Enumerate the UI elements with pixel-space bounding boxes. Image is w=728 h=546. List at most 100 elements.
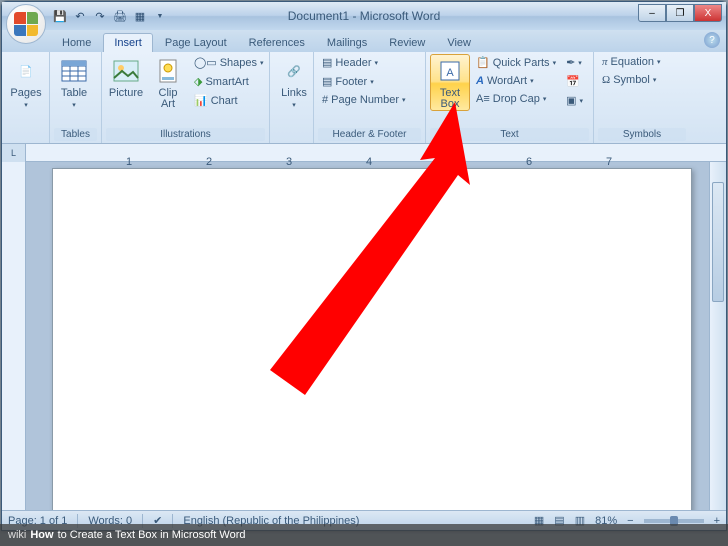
group-symbols: πEquation ▾ ΩSymbol ▾ Symbols [594, 52, 690, 143]
shapes-icon: ◯▭ [194, 56, 217, 69]
text-stack2: ✒▾ 📅 ▣▾ [562, 54, 587, 109]
group-illustrations: Picture Clip Art ◯▭Shapes ▾ ⬗SmartArt 📊C… [102, 52, 270, 143]
quick-access-toolbar: 💾 ↶ ↷ 🖨 ▦ ▼ [52, 8, 168, 24]
qat-dropdown-icon[interactable]: ▼ [152, 8, 168, 24]
chart-label: Chart [211, 95, 238, 107]
scroll-thumb[interactable] [712, 182, 724, 302]
chart-button[interactable]: 📊Chart [190, 92, 268, 109]
undo-icon[interactable]: ↶ [72, 8, 88, 24]
textbox-button[interactable]: A Text Box [430, 54, 470, 111]
group-text-label: Text [430, 128, 589, 141]
datetime-icon: 📅 [566, 75, 580, 88]
tab-page-layout[interactable]: Page Layout [155, 34, 237, 52]
tab-view[interactable]: View [437, 34, 481, 52]
links-button[interactable]: 🔗 Links▾ [274, 54, 314, 111]
save-icon[interactable]: 💾 [52, 8, 68, 24]
new-icon[interactable]: ▦ [132, 8, 148, 24]
office-logo-icon [14, 12, 38, 36]
object-button[interactable]: ▣▾ [562, 92, 587, 109]
pages-button[interactable]: 📄 Pages▾ [6, 54, 46, 111]
quickparts-label: Quick Parts [493, 57, 550, 69]
symbol-label: Symbol [613, 74, 650, 86]
tab-insert[interactable]: Insert [103, 33, 153, 52]
datetime-button[interactable]: 📅 [562, 73, 587, 90]
textbox-icon: A [436, 57, 464, 85]
ruler-corner[interactable]: L [2, 144, 26, 162]
workspace [2, 162, 726, 510]
document-page[interactable] [52, 168, 692, 510]
quickparts-icon: 📋 [476, 56, 490, 69]
header-label: Header [335, 57, 371, 69]
maximize-button[interactable]: ❐ [666, 4, 694, 22]
symbol-button[interactable]: ΩSymbol ▾ [598, 72, 686, 88]
pages-icon: 📄 [12, 57, 40, 85]
symbol-icon: Ω [602, 74, 610, 86]
ribbon: 📄 Pages▾ Pages Table▾ Tables Picture [2, 52, 726, 144]
group-hf-label: Header & Footer [318, 128, 421, 141]
signature-icon: ✒ [566, 56, 575, 69]
help-button[interactable]: ? [704, 32, 720, 48]
text-stack1: 📋Quick Parts ▾ AWordArt ▾ A≡Drop Cap ▾ [472, 54, 560, 107]
pages-label: Pages [10, 87, 41, 99]
clipart-icon [154, 57, 182, 85]
chart-icon: 📊 [194, 94, 208, 107]
group-tables: Table▾ Tables [50, 52, 102, 143]
group-illustrations-label: Illustrations [106, 128, 265, 141]
picture-icon [112, 57, 140, 85]
table-button[interactable]: Table▾ [54, 54, 94, 111]
clipart-label: Clip Art [159, 88, 178, 110]
quickparts-button[interactable]: 📋Quick Parts ▾ [472, 54, 560, 71]
pagenumber-icon: # [322, 94, 328, 106]
signature-button[interactable]: ✒▾ [562, 54, 587, 71]
picture-label: Picture [109, 88, 143, 99]
equation-icon: π [602, 56, 608, 68]
footer-label: Footer [335, 76, 367, 88]
header-button[interactable]: ▤Header ▾ [318, 54, 421, 71]
wikihow-caption: wiki How to Create a Text Box in Microsof… [0, 524, 728, 546]
dropcap-icon: A≡ [476, 93, 490, 105]
tab-review[interactable]: Review [379, 34, 435, 52]
tab-home[interactable]: Home [52, 34, 101, 52]
shapes-button[interactable]: ◯▭Shapes ▾ [190, 54, 268, 71]
titlebar: 💾 ↶ ↷ 🖨 ▦ ▼ Document1 - Microsoft Word –… [2, 2, 726, 30]
dropcap-label: Drop Cap [493, 93, 540, 105]
links-icon: 🔗 [280, 57, 308, 85]
group-symbols-label: Symbols [598, 128, 686, 141]
symbols-stack: πEquation ▾ ΩSymbol ▾ [598, 54, 686, 88]
redo-icon[interactable]: ↷ [92, 8, 108, 24]
equation-button[interactable]: πEquation ▾ [598, 54, 686, 70]
table-icon [60, 57, 88, 85]
group-headerfooter: ▤Header ▾ ▤Footer ▾ #Page Number ▾ Heade… [314, 52, 426, 143]
caption-title: to Create a Text Box in Microsoft Word [58, 529, 246, 541]
scrollbar-vertical[interactable] [709, 162, 726, 510]
zoom-slider[interactable] [644, 519, 704, 523]
shapes-label: Shapes [220, 57, 257, 69]
svg-text:A: A [446, 67, 454, 79]
group-text: A Text Box 📋Quick Parts ▾ AWordArt ▾ A≡D… [426, 52, 594, 143]
tab-references[interactable]: References [239, 34, 315, 52]
smartart-icon: ⬗ [194, 75, 202, 88]
dropcap-button[interactable]: A≡Drop Cap ▾ [472, 91, 560, 107]
caption-wiki: wiki [8, 529, 26, 541]
ribbon-tabs: Home Insert Page Layout References Maili… [2, 30, 726, 52]
wordart-label: WordArt [487, 75, 527, 87]
equation-label: Equation [611, 56, 654, 68]
close-button[interactable]: X [694, 4, 722, 22]
page-area[interactable] [26, 162, 709, 510]
caption-how: How [30, 529, 53, 541]
header-icon: ▤ [322, 56, 332, 69]
office-button[interactable] [6, 4, 46, 44]
group-tables-label: Tables [54, 128, 97, 141]
wordart-button[interactable]: AWordArt ▾ [472, 73, 560, 89]
picture-button[interactable]: Picture [106, 54, 146, 99]
minimize-button[interactable]: – [638, 4, 666, 22]
table-label: Table [61, 87, 87, 99]
print-icon[interactable]: 🖨 [112, 8, 128, 24]
ruler-vertical[interactable] [2, 162, 26, 510]
clipart-button[interactable]: Clip Art [148, 54, 188, 110]
smartart-button[interactable]: ⬗SmartArt [190, 73, 268, 90]
footer-button[interactable]: ▤Footer ▾ [318, 73, 421, 90]
tab-mailings[interactable]: Mailings [317, 34, 377, 52]
pagenumber-button[interactable]: #Page Number ▾ [318, 92, 421, 108]
window-controls: – ❐ X [638, 4, 722, 22]
